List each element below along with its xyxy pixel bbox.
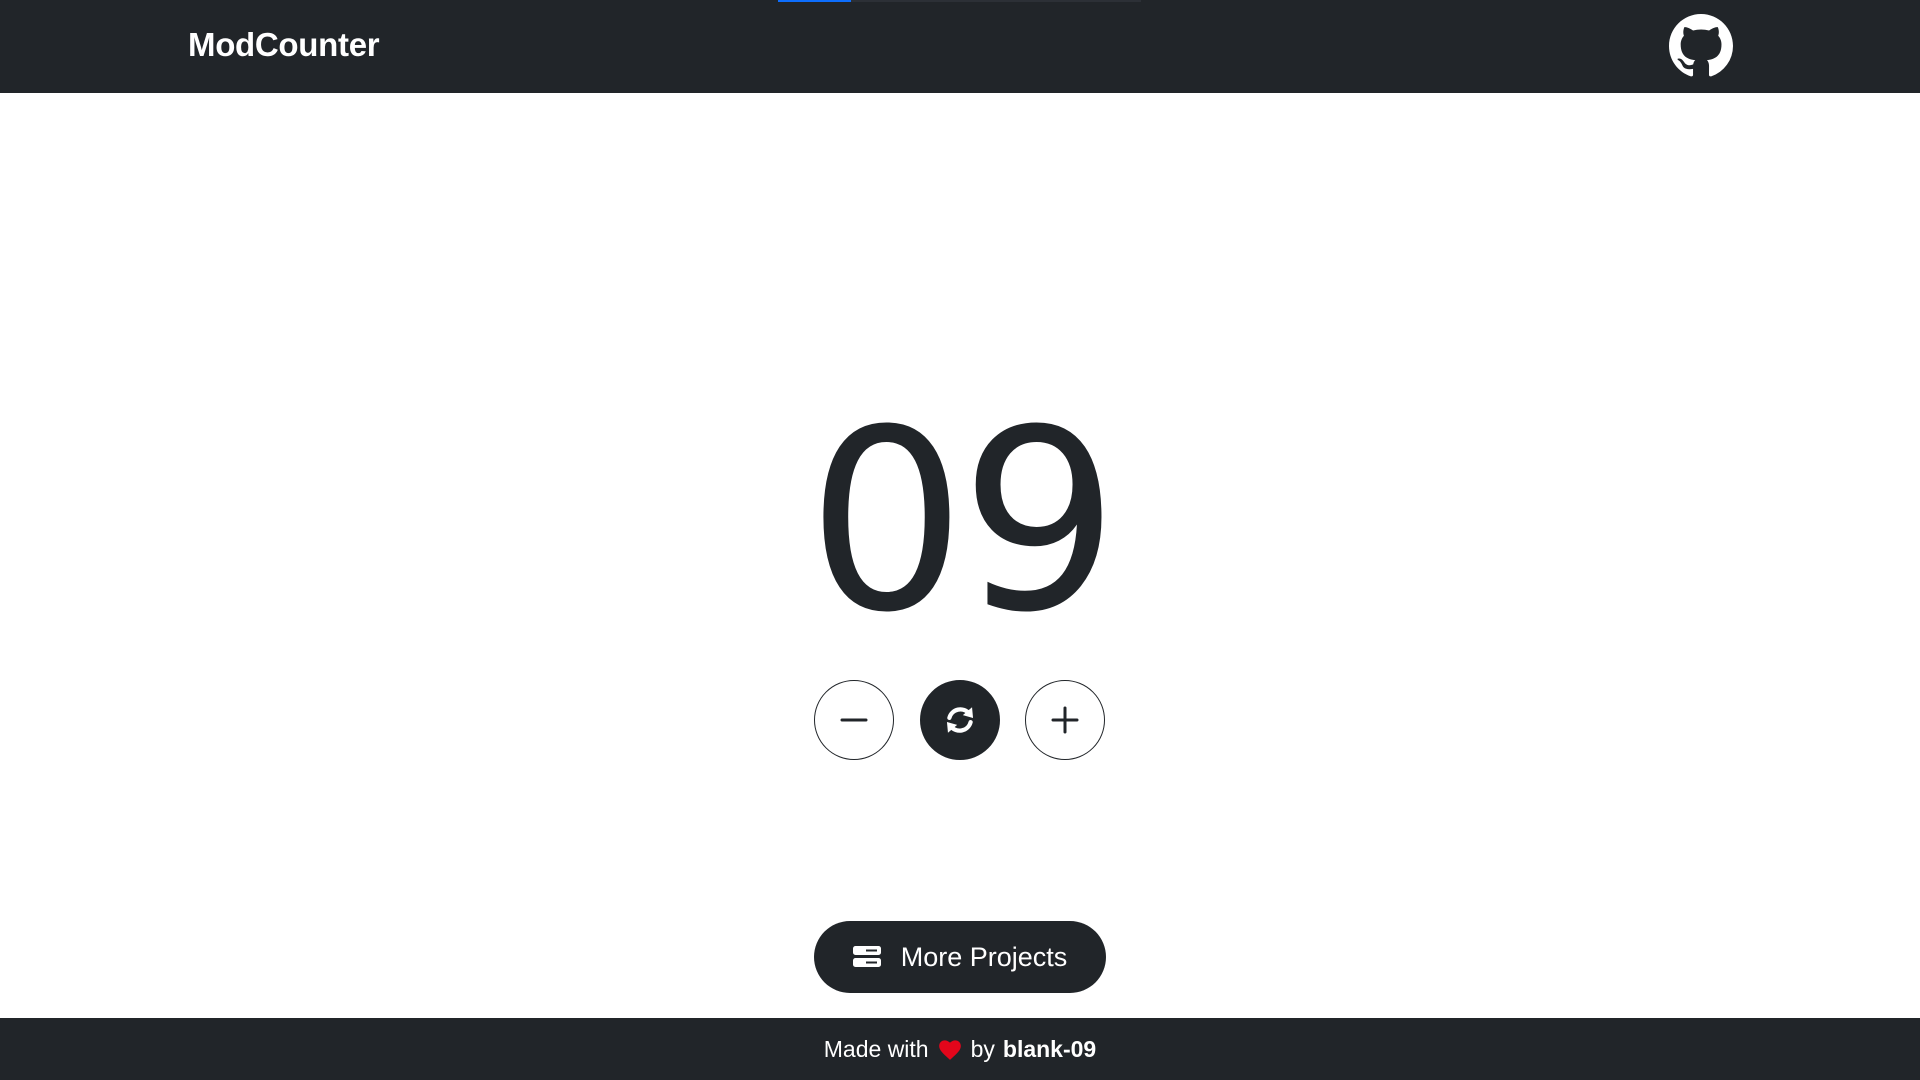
counter-value: 09 <box>806 376 1119 667</box>
footer: Made with by blank-09 <box>0 1018 1920 1080</box>
loading-progress-bar <box>778 0 1141 2</box>
footer-by: by <box>970 1035 995 1062</box>
loading-progress-fill <box>778 0 851 2</box>
more-projects-button[interactable]: More Projects <box>814 921 1106 993</box>
brand-logo[interactable]: ModCounter <box>188 26 380 64</box>
refresh-icon <box>946 707 974 733</box>
github-icon-graphic <box>1669 14 1733 77</box>
footer-made-with: Made with <box>823 1035 929 1062</box>
minus-icon <box>840 718 868 722</box>
more-projects-label: More Projects <box>900 941 1068 972</box>
server-icon <box>852 946 881 967</box>
heart-icon-graphic <box>938 1040 961 1060</box>
plus-icon <box>1051 706 1079 734</box>
counter-controls <box>0 680 1920 762</box>
github-icon[interactable] <box>1669 14 1733 78</box>
decrement-button[interactable] <box>814 680 894 760</box>
footer-author[interactable]: blank-09 <box>1003 1036 1096 1063</box>
heart-icon <box>937 1037 963 1061</box>
navbar: ModCounter <box>0 0 1920 93</box>
increment-button[interactable] <box>1025 680 1105 760</box>
reset-button[interactable] <box>920 680 1000 760</box>
